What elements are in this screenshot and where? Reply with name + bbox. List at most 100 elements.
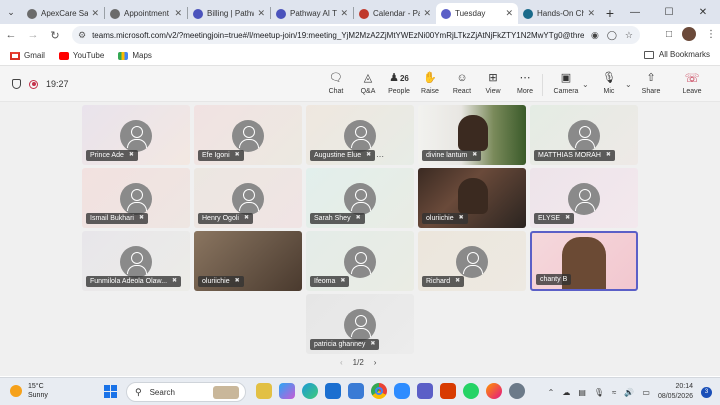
firefox-icon[interactable] <box>486 383 502 399</box>
tab-close-icon[interactable]: ✕ <box>505 8 513 19</box>
address-bar[interactable]: ⚙ teams.microsoft.com/v2/?meetingjoin=tr… <box>72 26 640 44</box>
store-icon[interactable] <box>348 383 364 399</box>
tab-favicon-icon <box>359 8 369 19</box>
extensions-icon[interactable]: □ <box>666 29 672 40</box>
site-info-icon[interactable]: ⚙ <box>78 30 86 41</box>
tab-close-icon[interactable]: ✕ <box>257 8 265 19</box>
participant-tile[interactable]: oluriichie ✖ <box>418 168 526 228</box>
participant-tile[interactable]: Ismail Bukhari ✖ <box>82 168 190 228</box>
tab-search-button[interactable]: ⌄ <box>0 2 22 22</box>
new-tab-button[interactable]: + <box>600 3 620 23</box>
taskbar-search[interactable]: ⚲ Search <box>126 382 246 402</box>
forward-icon[interactable]: → <box>22 24 44 46</box>
chevron-down-icon[interactable]: ⌄ <box>582 80 589 89</box>
edge-icon[interactable] <box>302 383 318 399</box>
chrome-menu-icon[interactable]: ⋮ <box>706 29 716 40</box>
participant-tile[interactable]: patricia ghanney ✖ <box>306 294 414 354</box>
tab-close-icon[interactable]: ✕ <box>340 8 348 19</box>
camera-permission-icon[interactable]: ◉ <box>591 30 599 41</box>
clock[interactable]: 20:14 08/05/2026 <box>658 382 693 402</box>
participant-tile[interactable]: Prince Ade ✖ <box>82 105 190 165</box>
chat-button[interactable]: 🗨 Chat <box>318 71 354 99</box>
participant-tile[interactable]: divine lantum ✖ <box>418 105 526 165</box>
zoom-icon[interactable] <box>394 383 410 399</box>
file-explorer-icon[interactable] <box>256 383 272 399</box>
camera-button[interactable]: ▣ Camera <box>548 71 584 99</box>
people-count: 26 <box>399 74 409 83</box>
participant-tile[interactable]: ELYSE ✖ <box>530 168 638 228</box>
gmail-icon <box>10 51 20 60</box>
settings-icon[interactable] <box>509 383 525 399</box>
bookmark-youtube[interactable]: YouTube <box>58 51 104 60</box>
participant-tile[interactable]: chanty B <box>530 231 638 291</box>
muted-mic-icon: ✖ <box>138 215 144 221</box>
participant-tile[interactable]: Sarah Shey ✖ <box>306 168 414 228</box>
raise-hand-button[interactable]: ✋ Raise <box>412 71 448 99</box>
tab-close-icon[interactable]: ✕ <box>587 8 595 19</box>
folder-icon <box>643 50 654 59</box>
battery-icon[interactable]: ▭ <box>642 388 650 397</box>
next-page-icon[interactable]: › <box>374 358 377 367</box>
windows-start-icon[interactable] <box>104 385 117 398</box>
avatar-icon <box>344 309 376 341</box>
browser-tab[interactable]: Calendar - Pat ✕ <box>354 3 436 24</box>
network-icon[interactable]: ▤ <box>578 388 586 397</box>
copilot-icon[interactable] <box>279 383 295 399</box>
participant-tile[interactable]: Efe Igoni ✖ <box>194 105 302 165</box>
app-icon[interactable] <box>440 383 456 399</box>
tile-more-options-icon[interactable]: ⋯ <box>376 152 384 161</box>
participant-tile[interactable]: Ifeoma ✖ <box>306 231 414 291</box>
tab-title: Pathway AI Tr <box>290 9 338 18</box>
microphone-icon[interactable]: 🎙 <box>594 388 604 397</box>
participant-name-tag: Augustine Elue ✖ <box>310 150 376 161</box>
wifi-icon[interactable]: ≈ <box>612 388 616 397</box>
volume-icon[interactable]: 🔊 <box>624 388 634 397</box>
mic-permission-icon[interactable]: ◯ <box>607 30 617 41</box>
browser-tab[interactable]: Appointment ✕ <box>105 3 187 24</box>
bookmark-star-icon[interactable]: ☆ <box>625 30 633 41</box>
teams-icon[interactable] <box>417 383 433 399</box>
bookmark-gmail[interactable]: Gmail <box>10 51 45 60</box>
browser-tab[interactable]: Hands-On Ch ✕ <box>518 3 600 24</box>
avatar-icon <box>232 183 264 215</box>
profile-avatar[interactable] <box>682 27 696 41</box>
pagination: ‹ 1/2 › <box>340 358 376 367</box>
chrome-icon[interactable] <box>371 383 387 399</box>
more-button[interactable]: ⋯ More <box>507 71 543 99</box>
bookmark-maps[interactable]: Maps <box>118 51 152 60</box>
participant-tile[interactable]: Richard ✖ <box>418 231 526 291</box>
participant-tile[interactable]: MATTHIAS MORAH ✖ <box>530 105 638 165</box>
mic-button[interactable]: 🎙 Mic <box>591 71 627 99</box>
participant-tile[interactable]: Funmilola Adeola Olaw... ✖ <box>82 231 190 291</box>
participant-name: Efe Igoni <box>202 152 230 159</box>
browser-tab[interactable]: Pathway AI Tr ✕ <box>271 3 353 24</box>
browser-tab-strip: ⌄ ApexCare Sal ✕ Appointment ✕ Billing | Pat… <box>0 0 720 24</box>
tab-close-icon[interactable]: ✕ <box>91 8 99 19</box>
browser-tab[interactable]: Tuesday ✕ <box>436 3 518 24</box>
view-button[interactable]: ⊞ View <box>475 71 511 99</box>
browser-tab[interactable]: Billing | Pathw ✕ <box>188 3 270 24</box>
tab-close-icon[interactable]: ✕ <box>174 8 182 19</box>
whatsapp-icon[interactable] <box>463 383 479 399</box>
maximize-icon[interactable]: ☐ <box>652 0 686 24</box>
reload-icon[interactable]: ↻ <box>44 24 66 46</box>
browser-tab[interactable]: ApexCare Sal ✕ <box>22 3 104 24</box>
back-icon[interactable]: ← <box>0 24 22 46</box>
minimize-icon[interactable]: — <box>618 0 652 24</box>
all-bookmarks[interactable]: All Bookmarks <box>643 50 710 59</box>
avatar-icon <box>232 120 264 152</box>
participant-tile[interactable]: Augustine Elue ✖ ⋯ <box>306 105 414 165</box>
leave-button[interactable]: ☏ Leave <box>674 71 710 99</box>
notification-badge[interactable]: 3 <box>701 386 712 398</box>
tab-close-icon[interactable]: ✕ <box>423 8 431 19</box>
chevron-up-icon[interactable]: ⌃ <box>548 388 555 397</box>
participant-tile[interactable]: oluriichie ✖ <box>194 231 302 291</box>
weather-widget[interactable]: 15°C Sunny <box>10 382 48 400</box>
chevron-down-icon[interactable]: ⌄ <box>625 80 632 89</box>
outlook-icon[interactable] <box>325 383 341 399</box>
share-button[interactable]: ⇧ Share <box>633 71 669 99</box>
participant-tile[interactable]: Henry Ogoli ✖ <box>194 168 302 228</box>
previous-page-icon[interactable]: ‹ <box>340 358 343 367</box>
onedrive-icon[interactable]: ☁ <box>562 388 570 397</box>
close-icon[interactable]: ✕ <box>686 0 720 24</box>
